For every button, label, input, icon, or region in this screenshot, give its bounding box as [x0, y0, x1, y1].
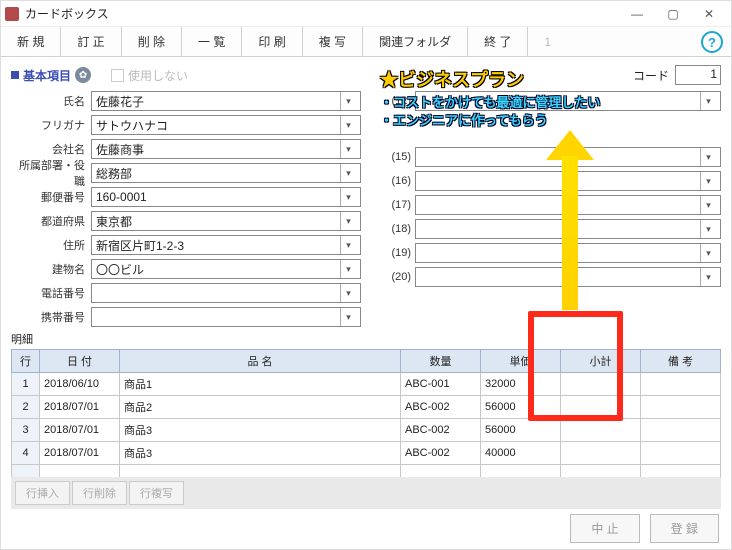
extra-field-2[interactable]: ▾: [415, 171, 721, 191]
grid-header[interactable]: 品 名: [120, 350, 401, 373]
chevron-down-icon[interactable]: ▾: [340, 260, 356, 278]
window-title: カードボックス: [25, 5, 619, 22]
chevron-down-icon[interactable]: ▾: [340, 92, 356, 110]
field-label: 氏名: [11, 93, 91, 109]
section-marker: [11, 71, 19, 79]
row-copy-button[interactable]: 行複写: [129, 481, 184, 505]
chevron-down-icon[interactable]: ▾: [700, 92, 716, 110]
extra-field-3[interactable]: ▾: [415, 195, 721, 215]
grid-header[interactable]: 日 付: [40, 350, 120, 373]
toolbar-list[interactable]: 一 覧: [182, 27, 242, 56]
cancel-button[interactable]: 中 止: [570, 514, 639, 543]
toolbar-print[interactable]: 印 刷: [242, 27, 302, 56]
field-input-3[interactable]: 総務部▾: [91, 163, 361, 183]
maximize-button[interactable]: ▢: [655, 2, 691, 26]
field-label: 電話番号: [11, 285, 91, 301]
field-label: 所属部署・役職: [11, 157, 91, 189]
register-button[interactable]: 登 録: [650, 514, 719, 543]
table-row[interactable]: 12018/06/10商品1ABC-00132000: [12, 373, 721, 396]
chevron-down-icon[interactable]: ▾: [340, 164, 356, 182]
code-input[interactable]: 1: [675, 65, 721, 85]
field-input-6[interactable]: 新宿区片町1-2-3▾: [91, 235, 361, 255]
grid-header[interactable]: 数量: [401, 350, 481, 373]
disabled-checkbox[interactable]: 使用しない: [111, 67, 188, 84]
field-input-1[interactable]: サトウハナコ▾: [91, 115, 361, 135]
extra-field-5[interactable]: ▾: [415, 243, 721, 263]
extra-field-4[interactable]: ▾: [415, 219, 721, 239]
table-row[interactable]: 22018/07/01商品2ABC-00256000: [12, 396, 721, 419]
grid-header[interactable]: 小計: [561, 350, 641, 373]
gear-icon[interactable]: ✿: [75, 67, 91, 83]
field-label: 携帯番号: [11, 309, 91, 325]
checkbox-icon: [111, 69, 124, 82]
chevron-down-icon[interactable]: ▾: [340, 212, 356, 230]
chevron-down-icon[interactable]: ▾: [700, 196, 716, 214]
field-label: 都道府県: [11, 213, 91, 229]
code-label: コード: [633, 67, 669, 84]
help-button[interactable]: ?: [701, 31, 723, 53]
grid-header[interactable]: 備 考: [641, 350, 721, 373]
extra-field-1[interactable]: ▾: [415, 147, 721, 167]
row-insert-button[interactable]: 行挿入: [15, 481, 70, 505]
toolbar-copy[interactable]: 複 写: [303, 27, 363, 56]
detail-label: 明細: [11, 331, 721, 347]
extra-field-6[interactable]: ▾: [415, 267, 721, 287]
field-label: 建物名: [11, 261, 91, 277]
chevron-down-icon[interactable]: ▾: [700, 268, 716, 286]
chevron-down-icon[interactable]: ▾: [700, 148, 716, 166]
minimize-button[interactable]: —: [619, 2, 655, 26]
section-title: 基本項目: [23, 67, 71, 84]
disabled-label: 使用しない: [128, 67, 188, 84]
field-label: 郵便番号: [11, 189, 91, 205]
table-row[interactable]: 32018/07/01商品3ABC-00256000: [12, 419, 721, 442]
field-label: 住所: [11, 237, 91, 253]
toolbar-extra: 1: [528, 27, 567, 56]
toolbar-edit[interactable]: 訂 正: [61, 27, 121, 56]
field-input-0[interactable]: 佐藤花子▾: [91, 91, 361, 111]
extra-field-0[interactable]: ▾: [415, 91, 721, 111]
chevron-down-icon[interactable]: ▾: [700, 244, 716, 262]
table-row[interactable]: 42018/07/01商品3ABC-00240000: [12, 442, 721, 465]
grid-header[interactable]: 行: [12, 350, 40, 373]
extra-field-index: (15): [379, 151, 415, 163]
chevron-down-icon[interactable]: ▾: [700, 172, 716, 190]
toolbar-exit[interactable]: 終 了: [468, 27, 528, 56]
close-button[interactable]: ✕: [691, 2, 727, 26]
extra-field-index: (16): [379, 175, 415, 187]
grid-header[interactable]: 単価: [481, 350, 561, 373]
field-input-8[interactable]: ▾: [91, 283, 361, 303]
field-input-9[interactable]: ▾: [91, 307, 361, 327]
chevron-down-icon[interactable]: ▾: [340, 284, 356, 302]
toolbar: 新 規 訂 正 削 除 一 覧 印 刷 複 写 関連フォルダ 終 了 1 ?: [1, 27, 731, 57]
chevron-down-icon[interactable]: ▾: [340, 188, 356, 206]
field-label: フリガナ: [11, 117, 91, 133]
field-input-5[interactable]: 東京都▾: [91, 211, 361, 231]
field-label: 会社名: [11, 141, 91, 157]
chevron-down-icon[interactable]: ▾: [340, 236, 356, 254]
extra-field-index: (20): [379, 271, 415, 283]
chevron-down-icon[interactable]: ▾: [700, 220, 716, 238]
app-icon: [5, 7, 19, 21]
extra-field-index: (18): [379, 223, 415, 235]
extra-field-index: (19): [379, 247, 415, 259]
toolbar-delete[interactable]: 削 除: [122, 27, 182, 56]
extra-field-index: (12): [379, 95, 415, 107]
row-actions: 行挿入 行削除 行複写: [11, 477, 721, 509]
field-input-7[interactable]: 〇〇ビル▾: [91, 259, 361, 279]
chevron-down-icon[interactable]: ▾: [340, 140, 356, 158]
chevron-down-icon[interactable]: ▾: [340, 116, 356, 134]
chevron-down-icon[interactable]: ▾: [340, 308, 356, 326]
toolbar-new[interactable]: 新 規: [1, 27, 61, 56]
row-delete-button[interactable]: 行削除: [72, 481, 127, 505]
extra-field-index: (17): [379, 199, 415, 211]
field-input-2[interactable]: 佐藤商事▾: [91, 139, 361, 159]
titlebar: カードボックス — ▢ ✕: [1, 1, 731, 27]
field-input-4[interactable]: 160-0001▾: [91, 187, 361, 207]
toolbar-related[interactable]: 関連フォルダ: [363, 27, 468, 56]
